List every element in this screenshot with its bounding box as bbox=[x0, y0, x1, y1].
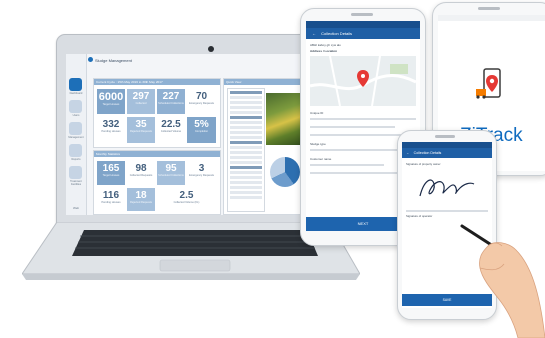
phone-speaker bbox=[478, 7, 500, 10]
app-bar: ← Collection Details bbox=[306, 28, 420, 39]
back-arrow-icon[interactable]: ← bbox=[406, 151, 410, 155]
signature-label: Signature of operator bbox=[406, 214, 433, 218]
map-view[interactable] bbox=[309, 55, 417, 107]
stat-tile: 95 Scheduled Collections bbox=[157, 161, 185, 185]
webcam-icon bbox=[208, 46, 214, 52]
stat-tile: 5% Completion bbox=[187, 117, 216, 143]
place-heading: Address / Location bbox=[310, 49, 338, 53]
status-bar bbox=[306, 21, 420, 28]
site-photo bbox=[266, 93, 304, 145]
screen-title: Collection Details bbox=[413, 151, 442, 155]
back-arrow-icon[interactable]: ← bbox=[312, 31, 316, 36]
signature-pad[interactable] bbox=[412, 170, 482, 206]
stat-tile: 227 Scheduled Collections bbox=[157, 89, 185, 114]
sidebar-label: Treatment Facilities bbox=[70, 180, 82, 186]
stat-tile: 18 Rejected Requests bbox=[127, 188, 155, 211]
quick-view-panel: Quick View bbox=[223, 78, 308, 215]
field-label: Unique ID bbox=[310, 111, 324, 115]
monthly-panel: Monthly Statistics 165 Target Houses 98 Co… bbox=[93, 150, 221, 215]
app-logo-icon bbox=[476, 68, 501, 99]
sidebar-label: Users bbox=[72, 114, 80, 117]
phone-speaker bbox=[435, 135, 455, 138]
brand-name: Sludge Management bbox=[95, 58, 132, 63]
status-bar bbox=[438, 15, 545, 21]
brand-logo-icon bbox=[88, 57, 93, 62]
phone-speaker bbox=[351, 13, 373, 16]
laptop-screen: Dashboard Users Management Reports Treat… bbox=[66, 54, 308, 215]
panel-title: Monthly Statistics bbox=[94, 151, 220, 157]
notification-list bbox=[227, 88, 265, 212]
stat-tile: 116 Pending Houses bbox=[97, 188, 125, 211]
sidebar: Dashboard Users Management Reports Treat… bbox=[66, 54, 87, 215]
stat-tile: 3 Emergency Requests bbox=[187, 161, 216, 185]
stat-tile: 2.5 Collected Volume (KL) bbox=[157, 188, 216, 211]
stat-tile: 297 Collected bbox=[127, 89, 155, 114]
sidebar-item-facilities[interactable] bbox=[69, 166, 82, 179]
stat-tile: 35 Rejected Requests bbox=[127, 117, 155, 143]
hand-with-stylus bbox=[460, 224, 545, 338]
stat-tile: 70 Emergency Requests bbox=[187, 89, 216, 114]
footer-label: Web bbox=[72, 206, 80, 210]
current-cycle-panel: Current Cycle : 15th May 2016 to 30th Ma… bbox=[93, 78, 221, 148]
pie-chart bbox=[270, 157, 300, 187]
sidebar-item-reports[interactable] bbox=[69, 144, 82, 157]
stat-tile: 98 Collected Requests bbox=[127, 161, 155, 185]
sidebar-label: Management bbox=[68, 136, 84, 139]
signature-label: Signature of property owner bbox=[406, 162, 441, 166]
sidebar-item-dashboard[interactable] bbox=[69, 78, 82, 91]
stat-tile: 165 Target Houses bbox=[97, 161, 125, 185]
stat-tile: 22.5 Collected Volume bbox=[157, 117, 185, 143]
panel-title: Quick View bbox=[224, 79, 307, 85]
sidebar-label: Dashboard bbox=[69, 92, 83, 95]
sidebar-label: Reports bbox=[71, 158, 81, 161]
app-bar: ← Collection Details bbox=[402, 148, 492, 158]
sidebar-item-users[interactable] bbox=[69, 100, 82, 113]
stat-tile: 6000 Target Houses bbox=[97, 89, 125, 114]
address-text: ABHI kaboy gh xyw alo bbox=[310, 43, 341, 47]
panel-title: Current Cycle : 15th May 2016 to 30th Ma… bbox=[94, 79, 220, 85]
screen-title: Collection Details bbox=[321, 31, 353, 36]
stat-tile: 332 Pending Houses bbox=[97, 117, 125, 143]
sidebar-item-management[interactable] bbox=[69, 122, 82, 135]
